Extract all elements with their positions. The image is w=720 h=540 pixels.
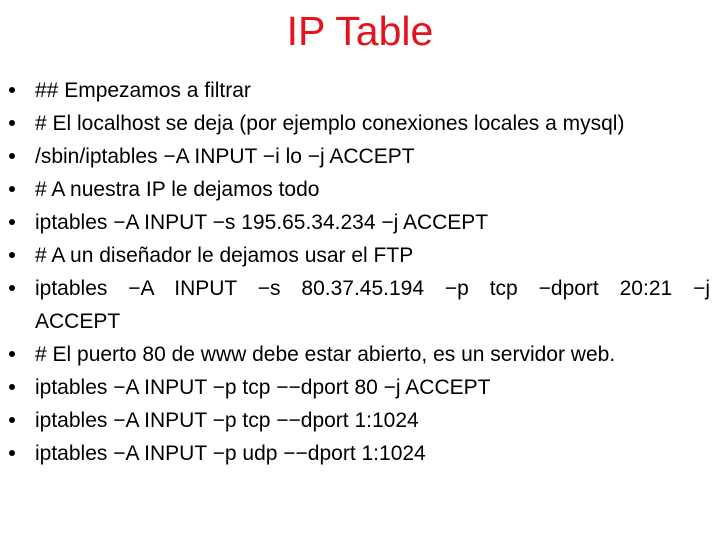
bullet-dot-icon: [9, 186, 15, 192]
list-item-text: iptables −A INPUT −s 195.65.34.234 −j AC…: [35, 211, 489, 234]
list-item-text: iptables −A INPUT −p udp −−dport 1:1024: [35, 442, 426, 465]
list-item-text: iptables −A INPUT −p tcp −−dport 80 −j A…: [35, 376, 491, 399]
list-item: # El localhost se deja (por ejemplo cone…: [0, 107, 720, 140]
list-item: iptables −A INPUT −p tcp −−dport 1:1024: [0, 404, 720, 437]
list-item: /sbin/iptables −A INPUT −i lo −j ACCEPT: [0, 140, 720, 173]
list-item-text: /sbin/iptables −A INPUT −i lo −j ACCEPT: [35, 145, 415, 168]
list-item-text: # A nuestra IP le dejamos todo: [35, 178, 320, 201]
list-item-text: ## Empezamos a filtrar: [35, 79, 251, 102]
bullet-dot-icon: [9, 384, 15, 390]
list-item-text: # A un diseñador le dejamos usar el FTP: [35, 244, 414, 267]
bullet-dot-icon: [9, 285, 15, 291]
list-item: ## Empezamos a filtrar: [0, 74, 720, 107]
bullet-dot-icon: [9, 417, 15, 423]
list-item-text: # El puerto 80 de www debe estar abierto…: [35, 343, 616, 366]
bullet-dot-icon: [9, 219, 15, 225]
list-item-text: # El localhost se deja (por ejemplo cone…: [35, 112, 625, 135]
list-item: iptables −A INPUT −p udp −−dport 1:1024: [0, 437, 720, 470]
bullet-list: ## Empezamos a filtrar # El localhost se…: [0, 74, 720, 470]
list-item: # A nuestra IP le dejamos todo: [0, 173, 720, 206]
slide-title: IP Table: [286, 8, 434, 54]
bullet-dot-icon: [9, 450, 15, 456]
list-item-text: iptables −A INPUT −s 80.37.45.194 −p tcp…: [35, 277, 710, 333]
list-item: iptables −A INPUT −p tcp −−dport 80 −j A…: [0, 371, 720, 404]
list-item: iptables −A INPUT −s 195.65.34.234 −j AC…: [0, 206, 720, 239]
bullet-dot-icon: [9, 120, 15, 126]
bullet-dot-icon: [9, 153, 15, 159]
list-item-text: iptables −A INPUT −p tcp −−dport 1:1024: [35, 409, 419, 432]
list-item: # A un diseñador le dejamos usar el FTP: [0, 239, 720, 272]
bullet-dot-icon: [9, 351, 15, 357]
bullet-dot-icon: [9, 252, 15, 258]
list-item: # El puerto 80 de www debe estar abierto…: [0, 338, 720, 371]
bullet-dot-icon: [9, 87, 15, 93]
list-item: iptables −A INPUT −s 80.37.45.194 −p tcp…: [0, 272, 718, 338]
